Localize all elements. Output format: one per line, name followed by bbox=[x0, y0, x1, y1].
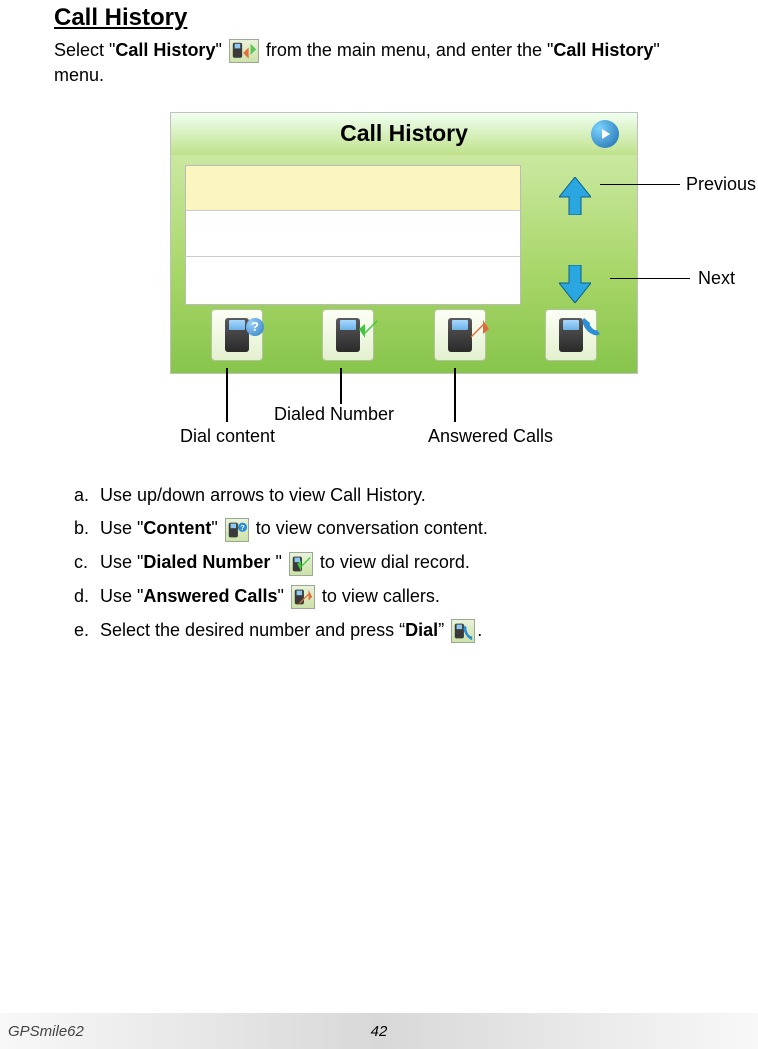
instruction-item: b. Use "Content" ? to view conversation … bbox=[74, 515, 704, 543]
instruction-text: . bbox=[477, 620, 482, 640]
handset-icon bbox=[580, 316, 602, 343]
page-footer: GPSmile62 42 bbox=[0, 1013, 758, 1049]
arrow-out-icon bbox=[471, 320, 489, 338]
callout-line bbox=[600, 184, 680, 186]
dial-icon[interactable] bbox=[545, 309, 597, 361]
svg-text:?: ? bbox=[240, 523, 245, 532]
arrow-in-icon bbox=[359, 320, 377, 338]
instruction-text: to view conversation content. bbox=[251, 518, 488, 538]
instruction-text: to view callers. bbox=[317, 586, 440, 606]
dialed-number-icon bbox=[289, 552, 313, 576]
callout-previous: Previous bbox=[686, 174, 756, 195]
previous-arrow-icon[interactable] bbox=[559, 177, 591, 215]
instruction-letter: e. bbox=[74, 617, 100, 645]
callout-line bbox=[226, 368, 228, 422]
intro-mid1: " bbox=[215, 40, 226, 60]
answered-calls-icon bbox=[291, 585, 315, 609]
instruction-text: Use up/down arrows to view Call History. bbox=[100, 485, 426, 505]
instruction-letter: d. bbox=[74, 583, 100, 611]
instruction-text: to view dial record. bbox=[315, 552, 470, 572]
callout-line bbox=[340, 368, 342, 404]
instruction-item: d. Use "Answered Calls" to view callers. bbox=[74, 583, 704, 611]
instruction-letter: b. bbox=[74, 515, 100, 543]
call-history-screenshot: Call History ? bbox=[170, 112, 638, 374]
dial-content-icon[interactable]: ? bbox=[211, 309, 263, 361]
screenshot-title: Call History bbox=[340, 120, 468, 147]
callout-answered-calls: Answered Calls bbox=[428, 426, 553, 447]
intro-text: Select "Call History" from the main menu… bbox=[54, 38, 704, 88]
footer-model: GPSmile62 bbox=[8, 1023, 84, 1040]
call-history-menu-icon bbox=[229, 39, 259, 63]
instruction-item: a. Use up/down arrows to view Call Histo… bbox=[74, 482, 704, 510]
callout-line bbox=[454, 368, 456, 422]
history-list bbox=[185, 165, 521, 305]
intro-pre: Select " bbox=[54, 40, 115, 60]
instruction-bold: Content bbox=[143, 518, 211, 538]
screenshot-header: Call History bbox=[171, 113, 637, 155]
instruction-text: ” bbox=[438, 620, 449, 640]
instruction-bold: Dialed Number bbox=[143, 552, 275, 572]
instruction-item: c. Use "Dialed Number " to view dial rec… bbox=[74, 549, 704, 577]
page-title: Call History bbox=[54, 0, 704, 32]
content-icon: ? bbox=[225, 518, 249, 542]
callout-dialed-number: Dialed Number bbox=[274, 404, 394, 425]
list-item[interactable] bbox=[186, 211, 520, 257]
dial-icon bbox=[451, 619, 475, 643]
instruction-letter: a. bbox=[74, 482, 100, 510]
intro-mid2: from the main menu, and enter the " bbox=[261, 40, 554, 60]
answered-calls-icon[interactable] bbox=[434, 309, 486, 361]
footer-page-number: 42 bbox=[371, 1023, 388, 1040]
instruction-text: Use " bbox=[100, 586, 143, 606]
instruction-bold: Dial bbox=[405, 620, 438, 640]
callout-dial-content: Dial content bbox=[180, 426, 275, 447]
instruction-text: " bbox=[277, 586, 288, 606]
instruction-list: a. Use up/down arrows to view Call Histo… bbox=[54, 482, 704, 645]
callout-next: Next bbox=[698, 268, 735, 289]
play-button-icon[interactable] bbox=[591, 120, 619, 148]
instruction-text: " bbox=[211, 518, 222, 538]
next-arrow-icon[interactable] bbox=[559, 265, 591, 303]
instruction-bold: Answered Calls bbox=[143, 586, 277, 606]
instruction-letter: c. bbox=[74, 549, 100, 577]
instruction-text: Use " bbox=[100, 518, 143, 538]
instruction-text: " bbox=[275, 552, 286, 572]
instruction-item: e. Select the desired number and press “… bbox=[74, 617, 704, 645]
list-item[interactable] bbox=[186, 257, 520, 303]
intro-bold-1: Call History bbox=[115, 40, 215, 60]
instruction-text: Select the desired number and press “ bbox=[100, 620, 405, 640]
instruction-text: Use " bbox=[100, 552, 143, 572]
dialed-number-icon[interactable] bbox=[322, 309, 374, 361]
list-item[interactable] bbox=[186, 166, 520, 212]
callout-line bbox=[610, 278, 690, 280]
intro-bold-2: Call History bbox=[553, 40, 653, 60]
screenshot-figure: Call History ? bbox=[54, 112, 704, 452]
question-icon: ? bbox=[246, 318, 264, 336]
